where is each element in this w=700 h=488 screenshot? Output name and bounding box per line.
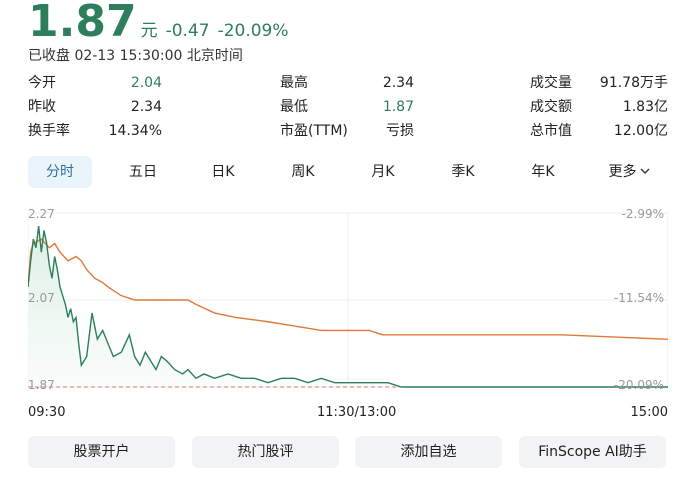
tab-quarterly-k[interactable]: 季K <box>431 156 495 188</box>
stat-label: 最低 <box>280 99 308 115</box>
stat-low: 最低 1.87 <box>280 96 414 118</box>
price-row: 1.87 元 -0.47 -20.09% <box>28 0 289 47</box>
stat-market-cap: 总市值 12.00亿 <box>530 120 668 142</box>
stat-value: 1.87 <box>382 99 414 115</box>
stat-prev-close: 昨收 2.34 <box>28 96 162 118</box>
y-tick-label: 2.27 <box>28 207 55 221</box>
stat-value: 91.78万手 <box>599 75 668 91</box>
tab-more[interactable]: 更多 <box>591 156 667 188</box>
price-unit: 元 <box>140 21 158 41</box>
stat-label: 昨收 <box>28 99 56 115</box>
stat-pe-ttm: 市盈(TTM) 亏损 <box>280 120 414 142</box>
open-account-button[interactable]: 股票开户 <box>28 436 175 468</box>
tab-daily-k[interactable]: 日K <box>191 156 255 188</box>
stat-label: 市盈(TTM) <box>280 123 348 139</box>
stat-volume: 成交量 91.78万手 <box>530 72 668 94</box>
stat-value: 1.83亿 <box>622 99 668 115</box>
price-change-percent: -20.09% <box>217 21 289 41</box>
market-status: 已收盘 02-13 15:30:00 北京时间 <box>28 48 243 64</box>
y-tick-pct-label: -20.09% <box>613 378 664 392</box>
add-watchlist-button[interactable]: 添加自选 <box>355 436 502 468</box>
chevron-down-icon <box>640 155 650 187</box>
stat-label: 最高 <box>280 75 308 91</box>
stat-value: 2.04 <box>130 75 162 91</box>
x-tick-label: 15:00 <box>630 405 668 420</box>
stat-value: 亏损 <box>386 123 414 139</box>
y-tick-pct-label: -2.99% <box>621 207 664 221</box>
stat-label: 换手率 <box>28 123 70 139</box>
tab-intraday[interactable]: 分时 <box>28 156 92 188</box>
chart-canvas <box>28 212 668 388</box>
x-axis-labels: 09:30 11:30/13:00 15:00 <box>28 405 668 421</box>
stat-high: 最高 2.34 <box>280 72 414 94</box>
finscope-ai-button[interactable]: FinScope AI助手 <box>519 436 666 468</box>
tab-five-day[interactable]: 五日 <box>111 156 175 188</box>
x-tick-label: 11:30/13:00 <box>317 405 397 420</box>
hot-reviews-button[interactable]: 热门股评 <box>192 436 339 468</box>
stat-label: 成交量 <box>530 75 572 91</box>
tab-weekly-k[interactable]: 周K <box>271 156 335 188</box>
price-change: -0.47 <box>165 21 210 41</box>
current-price: 1.87 <box>28 0 137 47</box>
stat-turnover-amount: 成交额 1.83亿 <box>530 96 668 118</box>
stat-value: 12.00亿 <box>613 123 668 139</box>
action-buttons: 股票开户 热门股评 添加自选 FinScope AI助手 <box>28 436 672 468</box>
intraday-chart: 2.27 2.07 1.87 -2.99% -11.54% -20.09% <box>28 205 668 395</box>
y-tick-pct-label: -11.54% <box>613 291 664 305</box>
stats-grid: 今开 2.04 最高 2.34 成交量 91.78万手 昨收 2.34 最低 1… <box>28 72 668 144</box>
tab-monthly-k[interactable]: 月K <box>351 156 415 188</box>
stat-turnover-rate: 换手率 14.34% <box>28 120 162 142</box>
stat-value: 2.34 <box>382 75 414 91</box>
y-tick-label: 2.07 <box>28 291 55 305</box>
stat-value: 2.34 <box>130 99 162 115</box>
period-tabs: 分时 五日 日K 周K 月K 季K 年K 更多 <box>28 156 668 188</box>
tab-more-label: 更多 <box>608 164 637 180</box>
y-tick-label: 1.87 <box>28 378 55 392</box>
stat-label: 总市值 <box>530 123 572 139</box>
stat-value: 14.34% <box>108 123 162 139</box>
stat-label: 今开 <box>28 75 56 91</box>
stat-open: 今开 2.04 <box>28 72 162 94</box>
x-tick-label: 09:30 <box>28 405 66 420</box>
tab-yearly-k[interactable]: 年K <box>511 156 575 188</box>
stat-label: 成交额 <box>530 99 572 115</box>
